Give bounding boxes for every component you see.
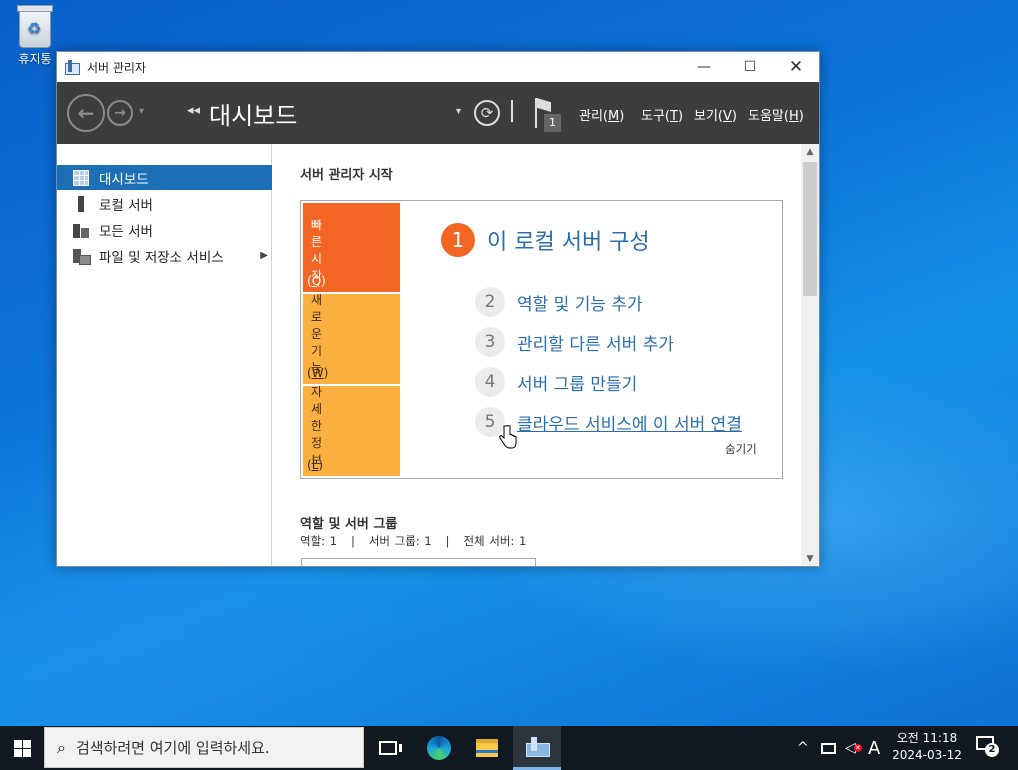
step-link[interactable]: 클라우드 서비스에 이 서버 연결 <box>517 410 742 435</box>
search-placeholder: 검색하려면 여기에 입력하세요. <box>75 739 270 757</box>
sidebar-item-label: 로컬 서버 <box>99 197 153 214</box>
toolbar-separator <box>511 100 513 122</box>
show-hidden-icons-button[interactable]: ^ <box>797 726 809 770</box>
refresh-dropdown-icon[interactable]: ▾ <box>456 106 461 117</box>
expand-arrow-icon[interactable]: ▶ <box>260 250 268 261</box>
file-storage-icon <box>73 248 91 265</box>
sidebar-item-label: 파일 및 저장소 서비스 <box>99 249 224 266</box>
roles-section-title: 역할 및 서버 그룹 <box>300 517 398 532</box>
folder-icon <box>476 739 498 757</box>
recycle-bin-label: 휴지통 <box>18 52 52 66</box>
step-add-roles[interactable]: 2 역할 및 기능 추가 <box>475 287 643 317</box>
quick-start-panel: 빠른 시작 (Q) 새로운 기능 (W) 자세한 정보 (L) 1 이 로컬 서버 구… <box>300 200 783 479</box>
local-server-icon <box>78 195 84 212</box>
sidebar: 대시보드 로컬 서버 모든 서버 파일 및 저장소 서비스 ▶ <box>57 144 272 566</box>
sidebar-item-file-storage[interactable]: 파일 및 저장소 서비스 ▶ <box>57 243 272 268</box>
roles-stats: 역할: 1 | 서버 그룹: 1 | 전체 서버: 1 <box>300 534 527 548</box>
server-manager-taskbar-button[interactable] <box>513 726 561 770</box>
step-number: 4 <box>475 367 505 397</box>
step-link[interactable]: 이 로컬 서버 구성 <box>487 224 650 256</box>
search-icon: ⌕ <box>57 737 66 757</box>
sidebar-item-label: 모든 서버 <box>99 223 153 240</box>
role-tile[interactable] <box>301 558 536 566</box>
history-dropdown-icon[interactable]: ▾ <box>139 106 144 117</box>
sidebar-item-label: 대시보드 <box>99 171 149 188</box>
server-manager-icon <box>526 736 550 757</box>
edge-button[interactable] <box>415 726 463 770</box>
toolbar: ← → ▾ ◂◂ 대시보드 ▾ ⟳ 1 관리(M) 도구(T) 보기(V) 도움… <box>57 82 819 144</box>
step-number: 1 <box>441 223 475 257</box>
hide-link[interactable]: 숨기기 <box>725 441 757 457</box>
start-button[interactable] <box>0 726 44 770</box>
network-icon[interactable] <box>821 726 836 770</box>
breadcrumb-arrows-icon: ◂◂ <box>187 103 201 118</box>
menu-view[interactable]: 보기(V) <box>694 105 737 124</box>
step-link[interactable]: 관리할 다른 서버 추가 <box>517 330 674 355</box>
task-view-button[interactable] <box>364 726 412 770</box>
tile-quick-start[interactable]: 빠른 시작 (Q) <box>303 203 400 292</box>
maximize-button[interactable]: ☐ <box>727 52 773 82</box>
recycle-bin-icon <box>17 5 53 48</box>
volume-muted-icon[interactable]: ◁ ✕ <box>845 726 862 770</box>
section-title: 서버 관리자 시작 <box>300 168 393 183</box>
main-panel: 서버 관리자 시작 빠른 시작 (Q) 새로운 기능 (W) 자세한 정보 (L) 1… <box>273 144 801 566</box>
title-bar[interactable]: 서버 관리자 — ☐ ✕ <box>57 52 819 82</box>
edge-icon <box>427 736 451 760</box>
vertical-scrollbar[interactable]: ▲ ▼ <box>801 144 819 566</box>
file-explorer-button[interactable] <box>463 726 511 770</box>
hand-cursor-icon <box>499 425 517 449</box>
clock[interactable]: 오전 11:18 2024-03-12 <box>888 730 966 764</box>
minimize-button[interactable]: — <box>681 52 727 82</box>
server-manager-window: 서버 관리자 — ☐ ✕ ← → ▾ ◂◂ 대시보드 ▾ ⟳ 1 관리(M) 도… <box>56 51 820 567</box>
sidebar-item-all-servers[interactable]: 모든 서버 <box>57 217 272 242</box>
tile-learn-more[interactable]: 자세한 정보 (L) <box>303 385 400 476</box>
step-link[interactable]: 서버 그룹 만들기 <box>517 370 637 395</box>
ime-indicator[interactable]: A <box>868 726 880 770</box>
step-link[interactable]: 역할 및 기능 추가 <box>517 290 643 315</box>
server-manager-icon <box>65 60 81 75</box>
menu-manage[interactable]: 관리(M) <box>579 105 624 124</box>
page-title: 대시보드 <box>209 102 298 130</box>
menu-tools[interactable]: 도구(T) <box>641 105 683 124</box>
clock-time: 오전 11:18 <box>896 731 958 745</box>
refresh-button[interactable]: ⟳ <box>474 100 500 126</box>
task-view-icon <box>379 741 402 755</box>
step-number: 3 <box>475 327 505 357</box>
tile-whats-new[interactable]: 새로운 기능 (W) <box>303 293 400 384</box>
scrollbar-thumb[interactable] <box>803 162 817 296</box>
menu-help[interactable]: 도움말(H) <box>748 105 804 124</box>
dashboard-icon <box>73 169 89 186</box>
recycle-bin[interactable]: 휴지통 <box>10 5 60 67</box>
notification-count-badge: 1 <box>544 114 561 132</box>
sidebar-item-dashboard[interactable]: 대시보드 <box>57 165 272 190</box>
notification-count: 2 <box>985 743 999 757</box>
step-number: 2 <box>475 287 505 317</box>
action-center-button[interactable]: 2 <box>976 736 999 757</box>
all-servers-icon <box>73 222 89 238</box>
back-button[interactable]: ← <box>67 94 105 132</box>
taskbar-search-box[interactable]: ⌕ 검색하려면 여기에 입력하세요. <box>44 727 364 768</box>
scroll-down-icon[interactable]: ▼ <box>801 554 819 564</box>
windows-logo-icon <box>13 739 31 757</box>
window-title: 서버 관리자 <box>87 60 147 75</box>
forward-button[interactable]: → <box>107 100 133 126</box>
close-button[interactable]: ✕ <box>773 52 819 82</box>
taskbar: ⌕ 검색하려면 여기에 입력하세요. ^ ◁ ✕ A 오전 11:18 2024-… <box>0 726 1018 770</box>
notifications-flag-icon[interactable]: 1 <box>533 96 561 132</box>
step-create-server-group[interactable]: 4 서버 그룹 만들기 <box>475 367 637 397</box>
step-configure-local-server[interactable]: 1 이 로컬 서버 구성 <box>441 223 650 257</box>
step-add-servers[interactable]: 3 관리할 다른 서버 추가 <box>475 327 674 357</box>
scroll-up-icon[interactable]: ▲ <box>801 147 819 157</box>
sidebar-item-local-server[interactable]: 로컬 서버 <box>57 191 272 216</box>
clock-date: 2024-03-12 <box>892 748 962 762</box>
content-area: 대시보드 로컬 서버 모든 서버 파일 및 저장소 서비스 ▶ 서버 관리자 시… <box>57 144 819 566</box>
